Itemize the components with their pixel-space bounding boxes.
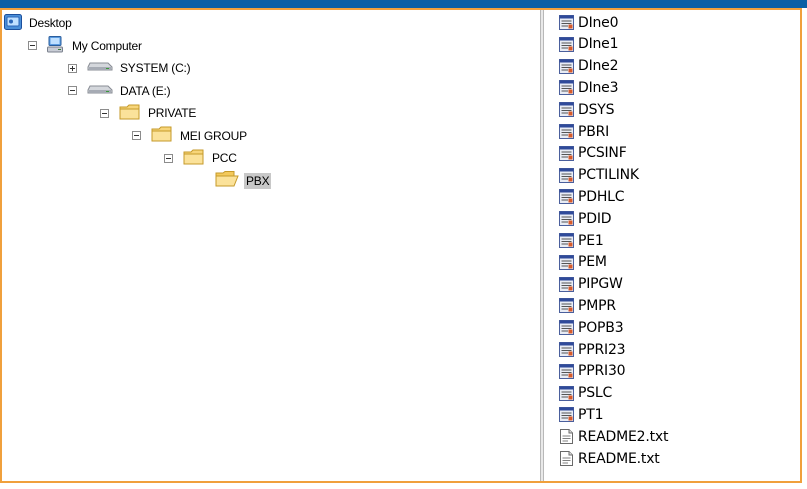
file-name: PDHLC — [578, 188, 625, 205]
collapse-toggle-icon[interactable] — [28, 41, 37, 50]
tree-node-desktop[interactable]: Desktop — [4, 13, 74, 33]
file-name: POPB3 — [578, 319, 624, 336]
window-title-bar — [0, 0, 807, 8]
collapse-toggle-icon[interactable] — [164, 153, 173, 163]
file-name: README.txt — [578, 450, 660, 467]
file-name: PEM — [578, 254, 607, 271]
tree-node-pbx[interactable]: PBX — [196, 171, 272, 191]
drive-icon — [87, 84, 113, 98]
file-item[interactable]: DIne3 — [559, 77, 619, 98]
module-file-icon — [559, 58, 574, 74]
file-name: DIne1 — [578, 36, 619, 53]
module-file-icon — [559, 211, 574, 227]
collapse-toggle-icon[interactable] — [68, 86, 77, 95]
file-item[interactable]: DSYS — [559, 99, 615, 120]
folder-icon — [119, 104, 141, 123]
expand-toggle-icon[interactable] — [68, 63, 77, 73]
tree-node-mei-group[interactable]: MEI GROUP — [132, 126, 249, 146]
text-file-icon — [559, 451, 574, 466]
tree-node-system-c[interactable]: SYSTEM (C:) — [68, 58, 192, 78]
file-name: PBRI — [578, 123, 610, 140]
file-item[interactable]: PPRI30 — [559, 361, 626, 382]
module-file-icon — [559, 233, 574, 248]
file-item[interactable]: PEM — [559, 252, 607, 273]
folder-icon — [151, 126, 173, 145]
file-name: PT1 — [578, 406, 604, 423]
computer-icon — [47, 35, 65, 56]
tree-node-pcc[interactable]: PCC — [164, 148, 239, 168]
file-name: README2.txt — [578, 428, 669, 445]
file-item[interactable]: PDID — [559, 208, 612, 229]
file-item[interactable]: PMPR — [559, 295, 616, 316]
file-item[interactable]: README.txt — [559, 448, 660, 469]
module-file-icon — [559, 145, 574, 161]
module-file-icon — [559, 15, 574, 30]
file-item[interactable]: PSLC — [559, 383, 612, 404]
module-file-icon — [559, 36, 574, 52]
file-name: DIne3 — [578, 79, 619, 96]
tree-node-private[interactable]: PRIVATE — [100, 103, 198, 123]
text-file-icon — [559, 429, 574, 445]
file-item[interactable]: POPB3 — [559, 317, 624, 338]
folder-icon — [183, 149, 205, 168]
collapse-toggle-icon[interactable] — [132, 131, 141, 140]
file-item[interactable]: README2.txt — [559, 426, 668, 447]
folder-open-icon — [215, 171, 239, 190]
drive-icon — [87, 61, 113, 75]
explorer-frame: Desktop My Computer SYSTEM (C:) DATA (E:) PR… — [0, 8, 802, 483]
file-item[interactable]: PIPGW — [559, 274, 623, 295]
tree-node-label: PRIVATE — [148, 106, 197, 120]
tree-node-label: SYSTEM (C:) — [120, 61, 191, 75]
file-item[interactable]: PT1 — [559, 404, 604, 425]
file-item[interactable]: DIne0 — [559, 12, 619, 33]
module-file-icon — [559, 276, 574, 292]
pane-splitter[interactable] — [540, 10, 544, 481]
tree-node-label: Desktop — [29, 16, 72, 30]
desktop-icon — [4, 13, 22, 33]
collapse-toggle-icon[interactable] — [100, 108, 109, 118]
module-file-icon — [559, 385, 574, 401]
tree-node-label: PCC — [212, 151, 237, 165]
file-name: DIne2 — [578, 58, 619, 75]
file-item[interactable]: PDHLC — [559, 186, 625, 207]
file-item[interactable]: PBRI — [559, 121, 609, 142]
module-file-icon — [559, 189, 574, 205]
file-name: PSLC — [578, 385, 613, 402]
folder-tree-pane: Desktop My Computer SYSTEM (C:) DATA (E:) PR… — [2, 10, 540, 481]
module-file-icon — [559, 298, 574, 314]
module-file-icon — [559, 320, 574, 336]
file-name: PDID — [578, 210, 612, 227]
tree-node-label: DATA (E:) — [120, 83, 171, 98]
file-name: PMPR — [578, 297, 616, 314]
file-name: PCSINF — [578, 145, 627, 162]
file-item[interactable]: PPRI23 — [559, 339, 626, 360]
file-name: DSYS — [578, 101, 615, 118]
file-name: PE1 — [578, 232, 604, 249]
file-name: PCTILINK — [578, 167, 639, 184]
file-name: PPRI30 — [578, 363, 626, 380]
tree-node-label: PBX — [244, 172, 272, 189]
module-file-icon — [559, 124, 574, 139]
module-file-icon — [559, 167, 574, 183]
file-item[interactable]: PCTILINK — [559, 165, 639, 186]
file-item[interactable]: PCSINF — [559, 143, 627, 164]
tree-node-label: MEI GROUP — [180, 128, 247, 143]
file-item[interactable]: DIne1 — [559, 34, 619, 55]
module-file-icon — [559, 342, 574, 357]
module-file-icon — [559, 102, 574, 118]
file-name: PIPGW — [578, 276, 623, 293]
tree-node-my-computer[interactable]: My Computer — [28, 35, 144, 56]
file-item[interactable]: PE1 — [559, 230, 604, 251]
tree-node-label: My Computer — [72, 38, 142, 53]
module-file-icon — [559, 254, 574, 270]
module-file-icon — [559, 363, 574, 379]
file-name: DIne0 — [578, 14, 619, 31]
file-name: PPRI23 — [578, 341, 626, 358]
module-file-icon — [559, 80, 574, 96]
module-file-icon — [559, 407, 574, 423]
tree-node-data-e[interactable]: DATA (E:) — [68, 81, 172, 101]
file-list-pane: DIne0 DIne1 DIne2 DIne3 DSYS PBRI PCSINF PCTILI… — [547, 10, 800, 481]
file-item[interactable]: DIne2 — [559, 56, 619, 77]
